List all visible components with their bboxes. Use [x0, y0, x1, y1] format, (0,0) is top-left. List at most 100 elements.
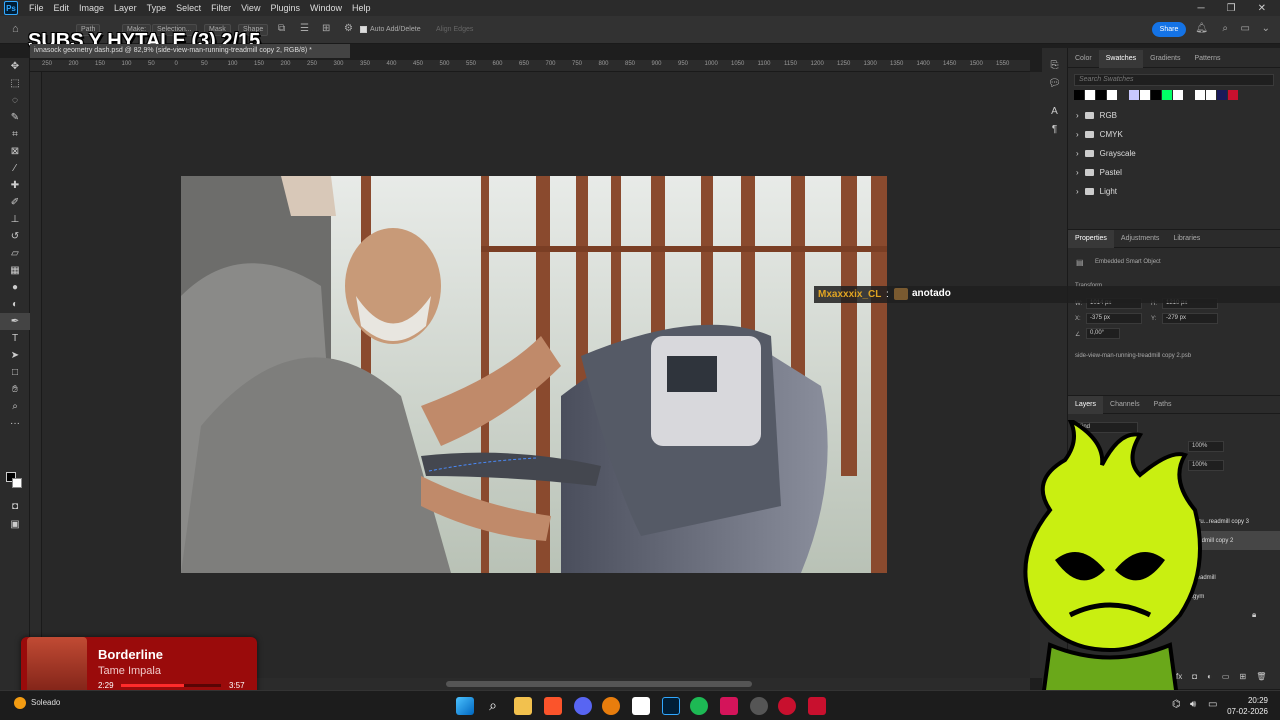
search-icon[interactable]: ⌕: [484, 697, 502, 715]
volume-icon[interactable]: 🔊︎: [1190, 699, 1196, 710]
battery-icon[interactable]: ▭: [1208, 699, 1217, 710]
new-layer-icon[interactable]: ⊞: [1239, 672, 1246, 681]
acrobat-icon[interactable]: [808, 697, 826, 715]
zoom-icon[interactable]: ⌕: [0, 398, 30, 415]
eyedropper-icon[interactable]: ⁄: [0, 160, 30, 177]
background-color[interactable]: [12, 478, 22, 488]
swatch[interactable]: [1151, 90, 1161, 100]
swatch[interactable]: [1140, 90, 1150, 100]
tab-gradients[interactable]: Gradients: [1143, 55, 1187, 62]
bell-icon[interactable]: 🔔︎: [1195, 23, 1208, 34]
path-alignment-icon[interactable]: ☰: [300, 23, 309, 34]
dodge-icon[interactable]: ◐: [0, 296, 30, 313]
share-button[interactable]: Share: [1152, 22, 1186, 37]
crop-icon[interactable]: ⌗: [0, 126, 30, 143]
path-operations-icon[interactable]: ⧉: [278, 23, 285, 34]
swatch[interactable]: [1217, 90, 1227, 100]
swatch[interactable]: [1173, 90, 1183, 100]
healing-icon[interactable]: ✚: [0, 177, 30, 194]
restore-icon[interactable]: ❐: [1227, 3, 1236, 14]
app-icon[interactable]: [720, 697, 738, 715]
menu-layer[interactable]: Layer: [109, 3, 142, 13]
document-tab[interactable]: ivnasock geometry dash.psd @ 82,9% (side…: [30, 44, 350, 58]
weather-widget[interactable]: Soleado: [14, 697, 60, 709]
character-icon[interactable]: A: [1042, 102, 1067, 120]
clock[interactable]: 20:29 07-02-2026: [1227, 695, 1268, 717]
app-red-icon[interactable]: [778, 697, 796, 715]
workspace-icon[interactable]: ▭: [1241, 23, 1250, 34]
rectangle-icon[interactable]: □: [0, 364, 30, 381]
eraser-icon[interactable]: ▱: [0, 245, 30, 262]
swatch-folder-pastel[interactable]: › Pastel: [1068, 163, 1280, 182]
tab-adjustments[interactable]: Adjustments: [1114, 235, 1167, 242]
swatch[interactable]: [1162, 90, 1172, 100]
swatch-folder-light[interactable]: › Light: [1068, 182, 1280, 201]
menu-select[interactable]: Select: [171, 3, 206, 13]
swatch[interactable]: [1118, 90, 1128, 100]
screen-mode-icon[interactable]: ▣: [0, 516, 30, 533]
swatch[interactable]: [1206, 90, 1216, 100]
swatches-search-input[interactable]: Search Swatches: [1074, 74, 1274, 86]
tab-swatches[interactable]: Swatches: [1098, 49, 1144, 68]
swatch[interactable]: [1074, 90, 1084, 100]
document-image[interactable]: [181, 176, 887, 573]
pen-icon[interactable]: ✒: [0, 313, 30, 330]
angle-field[interactable]: 0,00°: [1086, 328, 1120, 339]
tab-paths[interactable]: Paths: [1147, 401, 1179, 408]
y-field[interactable]: -279 px: [1162, 313, 1218, 324]
path-arrangement-icon[interactable]: ⊞: [322, 23, 330, 34]
menu-image[interactable]: Image: [74, 3, 109, 13]
menu-file[interactable]: File: [24, 3, 49, 13]
auto-add-delete-checkbox[interactable]: [360, 26, 367, 33]
expand-icon[interactable]: ⌄: [1262, 23, 1270, 34]
discord-icon[interactable]: [574, 697, 592, 715]
quick-mask-icon[interactable]: ◘: [0, 498, 30, 515]
swatch-folder-cmyk[interactable]: › CMYK: [1068, 125, 1280, 144]
more-icon[interactable]: ···: [0, 415, 30, 432]
menu-edit[interactable]: Edit: [49, 3, 75, 13]
home-icon[interactable]: ⌂: [12, 23, 19, 35]
swatch-folder-rgb[interactable]: › RGB: [1068, 106, 1280, 125]
tab-color[interactable]: Color: [1068, 55, 1099, 62]
gear-icon[interactable]: ⚙: [344, 23, 353, 34]
path-select-icon[interactable]: ➤: [0, 347, 30, 364]
menu-help[interactable]: Help: [347, 3, 376, 13]
swatch[interactable]: [1228, 90, 1238, 100]
notion-icon[interactable]: [632, 697, 650, 715]
lasso-icon[interactable]: ◌: [0, 92, 30, 109]
minimize-icon[interactable]: ─: [1198, 3, 1205, 14]
tab-libraries[interactable]: Libraries: [1166, 235, 1207, 242]
history-icon[interactable]: ⎘: [1042, 56, 1067, 74]
history-brush-icon[interactable]: ↺: [0, 228, 30, 245]
swatch[interactable]: [1184, 90, 1194, 100]
network-icon[interactable]: ⌬: [1172, 699, 1181, 710]
swatch[interactable]: [1096, 90, 1106, 100]
paragraph-icon[interactable]: ¶: [1042, 120, 1067, 138]
tab-patterns[interactable]: Patterns: [1187, 55, 1227, 62]
hand-icon[interactable]: ✋︎: [0, 381, 30, 398]
brave-icon[interactable]: [544, 697, 562, 715]
menu-window[interactable]: Window: [305, 3, 347, 13]
tab-properties[interactable]: Properties: [1068, 229, 1114, 248]
type-icon[interactable]: T: [0, 330, 30, 347]
menu-view[interactable]: View: [236, 3, 265, 13]
tab-channels[interactable]: Channels: [1103, 401, 1147, 408]
menu-filter[interactable]: Filter: [206, 3, 236, 13]
blur-icon[interactable]: ●: [0, 279, 30, 296]
swatch[interactable]: [1085, 90, 1095, 100]
x-field[interactable]: -375 px: [1086, 313, 1142, 324]
photoshop-taskbar-icon[interactable]: [662, 697, 680, 715]
brush-icon[interactable]: ✐: [0, 194, 30, 211]
stamp-icon[interactable]: ⊥: [0, 211, 30, 228]
comment-icon[interactable]: 💬︎: [1042, 74, 1067, 92]
frame-icon[interactable]: ⊠: [0, 143, 30, 160]
swatch[interactable]: [1195, 90, 1205, 100]
search-icon[interactable]: ⌕: [1222, 23, 1228, 34]
close-icon[interactable]: ✕: [1258, 3, 1266, 14]
quick-select-icon[interactable]: ✎: [0, 109, 30, 126]
swatch[interactable]: [1129, 90, 1139, 100]
windows-start-icon[interactable]: [456, 697, 474, 715]
trash-icon[interactable]: 🗑︎: [1256, 672, 1266, 681]
gradient-icon[interactable]: ▦: [0, 262, 30, 279]
menu-type[interactable]: Type: [142, 3, 172, 13]
